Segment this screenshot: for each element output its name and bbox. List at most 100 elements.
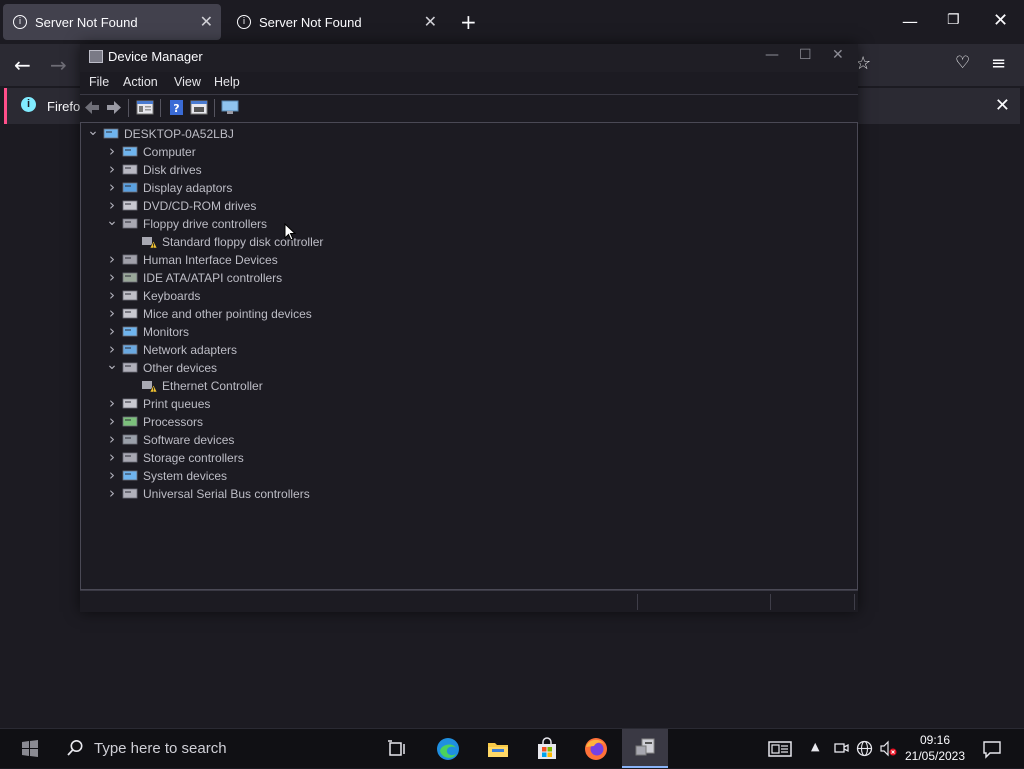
toolbar-separator bbox=[214, 99, 215, 117]
menu-action[interactable]: Action bbox=[123, 75, 158, 89]
expand-chevron-icon[interactable]: › bbox=[106, 322, 118, 340]
close-icon[interactable]: ✕ bbox=[995, 95, 1010, 116]
close-tab-icon[interactable]: ✕ bbox=[424, 12, 437, 31]
forward-icon[interactable]: → bbox=[50, 53, 67, 77]
device-manager-window: Device Manager — ☐ ✕ File Action View He… bbox=[80, 44, 858, 612]
toolbar: ? bbox=[80, 94, 858, 121]
task-view-icon[interactable] bbox=[386, 737, 410, 761]
taskbar-device-manager-button[interactable] bbox=[622, 729, 668, 768]
minimize-icon[interactable]: — bbox=[765, 47, 779, 63]
display-adapter-icon bbox=[122, 181, 138, 194]
expand-chevron-icon[interactable]: › bbox=[106, 178, 118, 196]
computer-icon bbox=[103, 127, 119, 140]
tab-title: Server Not Found bbox=[259, 15, 362, 30]
news-widget-icon[interactable] bbox=[768, 737, 792, 761]
close-window-icon[interactable]: ✕ bbox=[993, 10, 1008, 31]
expand-chevron-icon[interactable]: › bbox=[106, 250, 118, 268]
scan-hardware-icon[interactable] bbox=[221, 99, 239, 116]
expand-chevron-icon[interactable]: › bbox=[106, 160, 118, 178]
back-arrow-icon[interactable] bbox=[83, 99, 101, 116]
device-tree-label: Storage controllers bbox=[143, 451, 244, 465]
dvd-drive-icon bbox=[122, 199, 138, 212]
pocket-icon[interactable]: ♡ bbox=[955, 53, 970, 73]
expand-chevron-icon[interactable]: › bbox=[106, 340, 118, 358]
browser-tab-2[interactable]: i Server Not Found ✕ bbox=[227, 4, 445, 40]
expand-chevron-icon[interactable]: › bbox=[106, 448, 118, 466]
close-icon[interactable]: ✕ bbox=[832, 47, 844, 63]
device-manager-icon bbox=[635, 738, 655, 756]
mouse-cursor-icon bbox=[284, 223, 296, 241]
mouse-icon bbox=[122, 307, 138, 320]
browser-tab-1[interactable]: i Server Not Found ✕ bbox=[3, 4, 221, 40]
menu-icon[interactable]: ≡ bbox=[991, 53, 1006, 74]
device-tree-label: Human Interface Devices bbox=[143, 253, 278, 267]
floppy-controller-icon bbox=[122, 217, 138, 230]
keyboard-icon bbox=[122, 289, 138, 302]
computer-icon bbox=[122, 145, 138, 158]
help-icon[interactable]: ? bbox=[168, 99, 186, 116]
taskbar-search-box[interactable]: Type here to search bbox=[52, 729, 374, 769]
disk-drive-icon bbox=[122, 163, 138, 176]
device-tree-label: Ethernet Controller bbox=[162, 379, 263, 393]
file-explorer-icon[interactable] bbox=[486, 737, 510, 761]
menu-file[interactable]: File bbox=[89, 75, 109, 89]
menu-help[interactable]: Help bbox=[214, 75, 240, 89]
other-devices-icon bbox=[122, 361, 138, 374]
clock-time: 09:16 bbox=[919, 733, 951, 747]
meet-now-icon[interactable] bbox=[833, 740, 849, 756]
expand-chevron-icon[interactable]: › bbox=[106, 412, 118, 430]
device-manager-icon bbox=[89, 50, 103, 63]
device-tree-label: Keyboards bbox=[143, 289, 201, 303]
expand-chevron-icon[interactable]: › bbox=[106, 466, 118, 484]
device-tree-label: Universal Serial Bus controllers bbox=[143, 487, 310, 501]
restore-icon[interactable]: ❐ bbox=[947, 12, 960, 28]
device-tree-label: DESKTOP-0A52LBJ bbox=[124, 127, 234, 141]
device-tree: ⌄ DESKTOP-0A52LBJ › Computer › Disk drives › Di… bbox=[80, 122, 858, 590]
expand-chevron-icon[interactable]: › bbox=[106, 394, 118, 412]
start-button-icon[interactable] bbox=[18, 737, 42, 761]
device-tree-label: Computer bbox=[143, 145, 196, 159]
forward-arrow-icon[interactable] bbox=[105, 99, 123, 116]
network-globe-icon[interactable] bbox=[856, 740, 873, 757]
maximize-icon[interactable]: ☐ bbox=[799, 47, 812, 63]
browser-tab-bar: i Server Not Found ✕ i Server Not Found … bbox=[0, 0, 1024, 44]
notification-center-icon[interactable] bbox=[982, 739, 1002, 759]
menu-bar: File Action View Help bbox=[80, 72, 858, 94]
expand-chevron-icon[interactable]: › bbox=[106, 142, 118, 160]
warning-device-icon bbox=[141, 235, 158, 249]
expand-chevron-icon[interactable]: › bbox=[106, 430, 118, 448]
device-tree-label: Software devices bbox=[143, 433, 235, 447]
status-separator bbox=[854, 594, 855, 610]
volume-muted-icon[interactable] bbox=[879, 740, 897, 757]
network-adapter-icon bbox=[122, 343, 138, 356]
edge-icon[interactable] bbox=[436, 737, 460, 761]
info-icon: i bbox=[21, 97, 36, 112]
device-tree-label: Mice and other pointing devices bbox=[143, 307, 312, 321]
close-tab-icon[interactable]: ✕ bbox=[200, 12, 213, 31]
expand-chevron-icon[interactable]: › bbox=[106, 286, 118, 304]
device-tree-label: Standard floppy disk controller bbox=[162, 235, 324, 249]
menu-view[interactable]: View bbox=[174, 75, 201, 89]
minimize-icon[interactable]: — bbox=[902, 12, 918, 31]
device-tree-label: Floppy drive controllers bbox=[143, 217, 268, 231]
window-title-bar[interactable]: Device Manager — ☐ ✕ bbox=[80, 44, 858, 72]
collapse-chevron-icon[interactable]: ⌄ bbox=[106, 213, 118, 229]
new-tab-icon[interactable]: + bbox=[460, 10, 477, 34]
warning-device-icon bbox=[141, 379, 158, 393]
status-separator bbox=[770, 594, 771, 610]
expand-chevron-icon[interactable]: › bbox=[106, 196, 118, 214]
update-driver-icon[interactable] bbox=[190, 99, 208, 116]
expand-chevron-icon[interactable]: › bbox=[106, 268, 118, 286]
clock[interactable]: 09:16 21/05/2023 bbox=[900, 732, 970, 764]
microsoft-store-icon[interactable] bbox=[535, 737, 559, 761]
collapse-chevron-icon[interactable]: ⌄ bbox=[87, 123, 99, 139]
properties-icon[interactable] bbox=[136, 99, 154, 116]
usb-icon bbox=[122, 487, 138, 500]
status-bar bbox=[80, 590, 858, 613]
collapse-chevron-icon[interactable]: ⌄ bbox=[106, 357, 118, 373]
expand-chevron-icon[interactable]: › bbox=[106, 304, 118, 322]
firefox-icon[interactable] bbox=[584, 737, 608, 761]
back-icon[interactable]: ← bbox=[14, 53, 31, 77]
show-hidden-icons-icon[interactable]: ▲ bbox=[811, 740, 819, 753]
expand-chevron-icon[interactable]: › bbox=[106, 484, 118, 502]
